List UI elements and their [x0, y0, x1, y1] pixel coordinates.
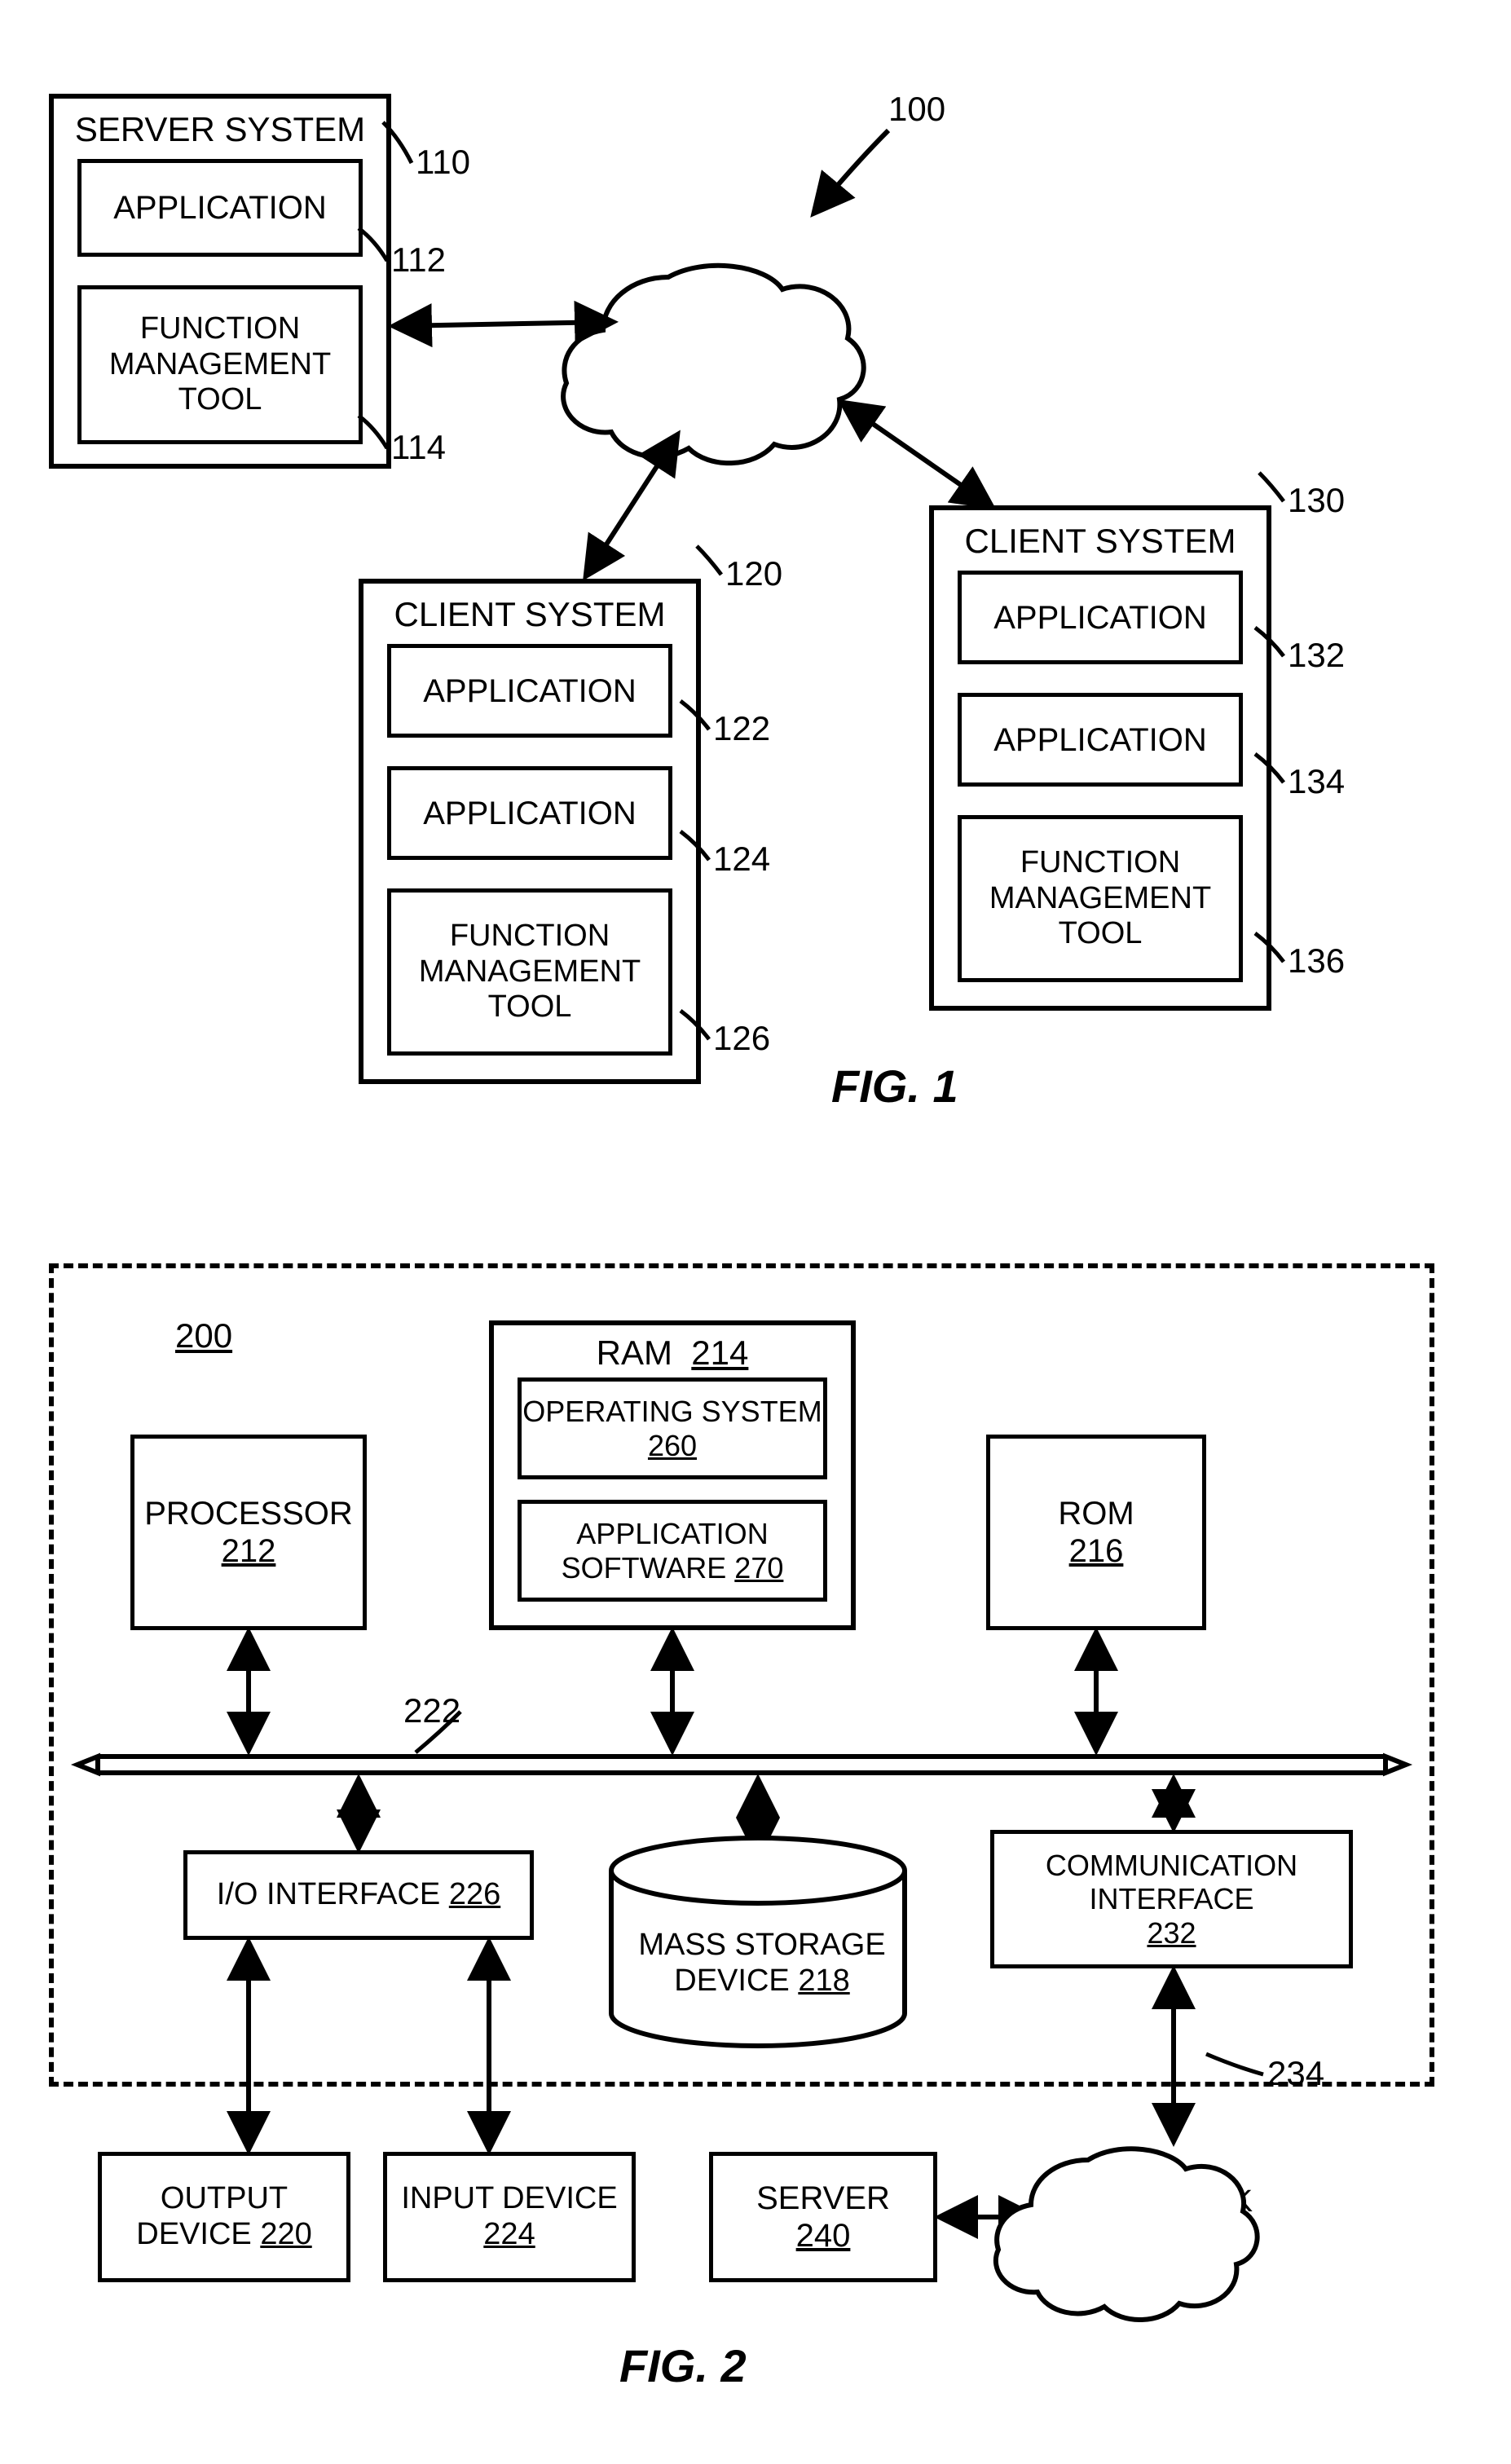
mass-num: 218 [798, 1964, 849, 1998]
client2-fmt-label: FUNCTION MANAGEMENT TOOL [962, 845, 1239, 952]
ref-200: 200 [175, 1316, 232, 1355]
client1-title: CLIENT SYSTEM [394, 595, 666, 633]
ref-134: 134 [1288, 762, 1345, 801]
network-num-fig2: 102 [1148, 2219, 1199, 2254]
fig2-caption: FIG. 2 [619, 2339, 747, 2392]
processor-box: PROCESSOR 212 [130, 1435, 367, 1630]
output-num: 220 [260, 2217, 311, 2251]
client2-title: CLIENT SYSTEM [965, 522, 1236, 560]
ref-136: 136 [1288, 941, 1345, 981]
network-label-fig1: NETWORK 102 [660, 302, 839, 375]
processor-label: PROCESSOR [144, 1495, 353, 1532]
ref-120: 120 [725, 554, 782, 593]
client2-app2-box: APPLICATION [958, 693, 1243, 787]
ref-100: 100 [888, 90, 945, 129]
server-num-fig2: 240 [796, 2217, 851, 2255]
client2-fmt-box: FUNCTION MANAGEMENT TOOL [958, 815, 1243, 982]
input-label: INPUT DEVICE [401, 2181, 617, 2215]
comm-label: COMMUNICATION INTERFACE [994, 1849, 1349, 1916]
client1-fmt-box: FUNCTION MANAGEMENT TOOL [387, 888, 672, 1056]
server-application-box: APPLICATION [77, 159, 363, 257]
ref-114: 114 [391, 428, 446, 467]
processor-num: 212 [222, 1532, 276, 1570]
ref-130: 130 [1288, 481, 1345, 520]
network-label-fig2: NETWORK 102 [1076, 2184, 1271, 2255]
network-label-text: NETWORK [667, 302, 833, 337]
output-box: OUTPUT DEVICE 220 [98, 2152, 350, 2282]
ref-234: 234 [1267, 2054, 1324, 2093]
ram-label: RAM [597, 1333, 672, 1372]
ref-112: 112 [391, 240, 446, 280]
comm-box: COMMUNICATION INTERFACE 232 [990, 1830, 1353, 1968]
rom-label: ROM [1058, 1495, 1134, 1532]
io-box: I/O INTERFACE 226 [183, 1850, 534, 1940]
input-num: 224 [483, 2217, 535, 2251]
rom-num: 216 [1069, 1532, 1124, 1570]
ref-110: 110 [416, 143, 470, 182]
ref-126: 126 [713, 1019, 770, 1058]
ref-222: 222 [403, 1691, 460, 1730]
server-application-label: APPLICATION [113, 189, 327, 227]
network-label-text-fig2: NETWORK [1095, 2184, 1253, 2219]
network-num: 102 [723, 338, 778, 374]
client2-app1-label: APPLICATION [993, 599, 1207, 637]
sw-box: APPLICATION SOFTWARE 270 [518, 1500, 827, 1602]
client1-app2-label: APPLICATION [423, 795, 637, 832]
os-num: 260 [648, 1429, 697, 1462]
client2-app2-label: APPLICATION [993, 721, 1207, 759]
client1-app1-box: APPLICATION [387, 644, 672, 738]
ram-num: 214 [691, 1333, 748, 1372]
ref-124: 124 [713, 840, 770, 879]
client1-app2-box: APPLICATION [387, 766, 672, 860]
server-system-title: SERVER SYSTEM [75, 110, 365, 148]
fig1-caption: FIG. 1 [831, 1060, 958, 1113]
os-label: OPERATING SYSTEM [522, 1395, 822, 1428]
server-label-fig2: SERVER [756, 2180, 890, 2217]
comm-num: 232 [1147, 1916, 1196, 1950]
input-box: INPUT DEVICE 224 [383, 2152, 636, 2282]
io-label: I/O INTERFACE [217, 1877, 440, 1913]
ref-122: 122 [713, 709, 770, 748]
server-fmt-label: FUNCTION MANAGEMENT TOOL [81, 311, 359, 418]
server-box-fig2: SERVER 240 [709, 2152, 937, 2282]
io-num: 226 [449, 1877, 500, 1913]
os-box: OPERATING SYSTEM 260 [518, 1377, 827, 1479]
sw-num: 270 [734, 1551, 783, 1585]
client1-fmt-label: FUNCTION MANAGEMENT TOOL [391, 919, 668, 1025]
server-fmt-box: FUNCTION MANAGEMENT TOOL [77, 285, 363, 444]
mass-label-wrap: MASS STORAGE DEVICE 218 [628, 1928, 896, 1999]
ref-132: 132 [1288, 636, 1345, 675]
rom-box: ROM 216 [986, 1435, 1206, 1630]
client1-app1-label: APPLICATION [423, 672, 637, 710]
client2-app1-box: APPLICATION [958, 571, 1243, 664]
